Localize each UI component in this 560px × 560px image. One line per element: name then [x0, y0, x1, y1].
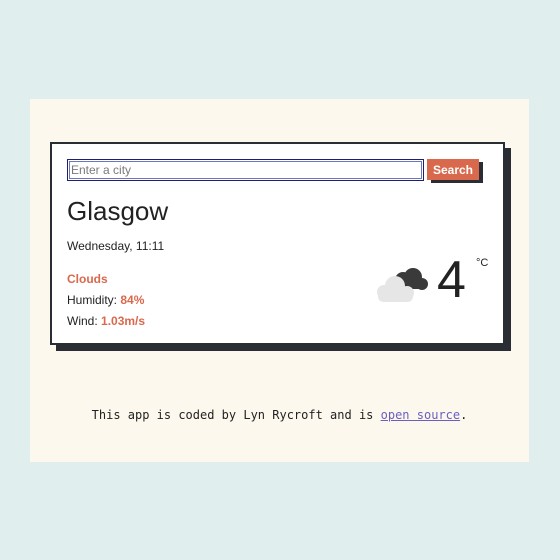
temperature-unit: °C	[476, 257, 489, 269]
wind-label: Wind:	[67, 314, 98, 328]
humidity-row: Humidity: 84%	[67, 293, 144, 307]
temperature-value: 4	[437, 251, 466, 309]
footer-text: This app is coded by Lyn Rycroft and is	[91, 408, 381, 422]
search-input[interactable]	[67, 159, 424, 181]
weather-condition: Clouds	[67, 272, 108, 286]
footer: This app is coded by Lyn Rycroft and is …	[30, 408, 529, 422]
search-button[interactable]: Search	[427, 159, 479, 180]
search-form: Search	[67, 159, 483, 183]
humidity-value: 84%	[120, 293, 145, 307]
clouds-icon	[377, 268, 428, 302]
wind-row: Wind: 1.03m/s	[67, 314, 145, 328]
wind-value: 1.03m/s	[101, 314, 146, 328]
city-name: Glasgow	[67, 196, 169, 226]
weather-card: Search Glasgow Wednesday, 11:11 Clouds H…	[50, 142, 505, 345]
humidity-label: Humidity:	[67, 293, 118, 307]
footer-suffix: .	[460, 408, 468, 422]
page-container: Search Glasgow Wednesday, 11:11 Clouds H…	[30, 99, 529, 462]
open-source-link[interactable]: open source	[381, 408, 460, 422]
date-time: Wednesday, 11:11	[67, 239, 165, 253]
